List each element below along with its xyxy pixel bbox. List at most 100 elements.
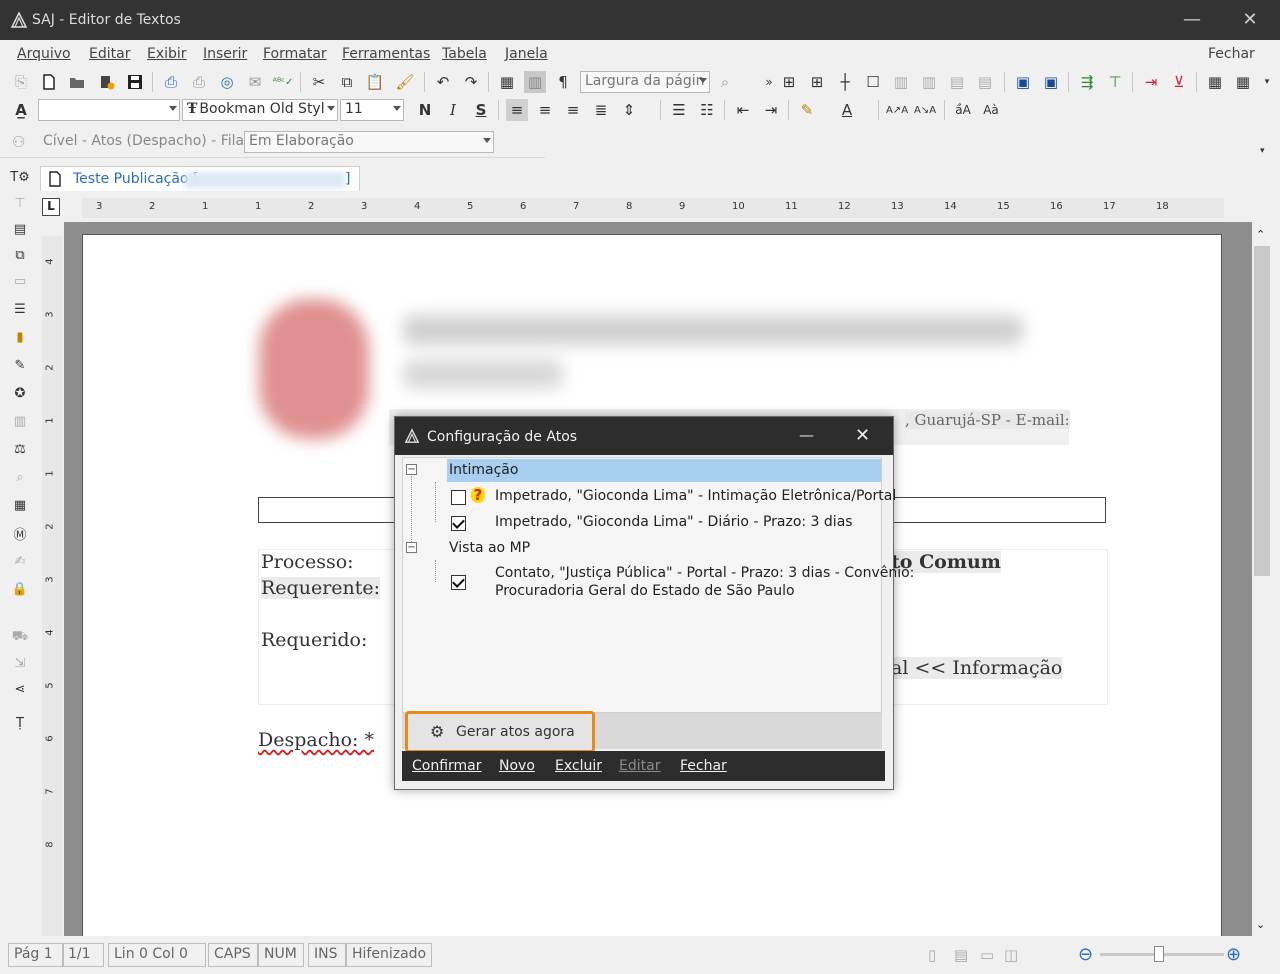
split-cells-icon[interactable]: ▣ [1040, 71, 1062, 93]
hierarchy-icon[interactable]: ⊤ [1104, 71, 1126, 93]
table-inner-icon[interactable]: ┼ [834, 71, 856, 93]
field-remove-icon[interactable]: ⇥ [1140, 71, 1162, 93]
item-vista-mp-portal[interactable]: Contato, "Justiça Pública" - Portal - Pr… [495, 565, 914, 581]
group-intimacao[interactable]: Intimação [449, 462, 518, 478]
web-publish-icon[interactable]: ◎ [216, 71, 238, 93]
view-web-icon[interactable]: ▭ [980, 946, 994, 964]
print-icon[interactable]: ⎙ [160, 71, 182, 93]
document-list-icon[interactable]: ▤ [9, 218, 31, 240]
email-icon[interactable]: ✉ [244, 71, 266, 93]
menu-inserir[interactable]: Inserir [203, 46, 247, 62]
table-insert-row-icon[interactable]: ▤ [946, 71, 968, 93]
font-color-icon[interactable]: A [836, 99, 858, 121]
table-insert-col-icon[interactable]: ▥ [890, 71, 912, 93]
scroll-up-icon[interactable]: ⌃ [1256, 228, 1265, 241]
menu-editar[interactable]: Editar [89, 46, 130, 62]
menu-formatar[interactable]: Formatar [263, 46, 327, 62]
export-icon[interactable]: ⇲ [9, 652, 31, 674]
align-right-icon[interactable]: ≡ [562, 99, 584, 121]
format-painter-icon[interactable]: 🖌 [394, 71, 416, 93]
calendar-icon[interactable]: ▦ [9, 494, 31, 516]
excluir-button[interactable]: Excluir [555, 758, 602, 774]
dialog-minimize-button[interactable]: — [799, 426, 814, 444]
comment-icon[interactable]: ▭ [9, 270, 31, 292]
checkbox-intimacao-eletronica[interactable] [451, 490, 466, 505]
table-outer-icon[interactable]: ☐ [862, 71, 884, 93]
font-combo[interactable]: Ŧ Bookman Old Styl [182, 99, 338, 121]
copy-icon[interactable]: ⧉ [336, 71, 358, 93]
panel-dropdown-icon[interactable]: ▾ [1260, 146, 1265, 156]
scrollbar-thumb[interactable] [1254, 246, 1270, 576]
queue-combo[interactable]: Em Elaboração [244, 131, 494, 153]
novo-button[interactable]: Novo [499, 758, 535, 774]
toggle-case-icon[interactable]: Aà [980, 99, 1002, 121]
signature-icon[interactable]: ✍ [9, 550, 31, 572]
car-icon[interactable]: ⛟ [9, 626, 31, 648]
highlight-icon[interactable]: ✎ [796, 99, 818, 121]
view-page-icon[interactable]: ▤ [954, 946, 968, 964]
change-case-icon[interactable]: ầA [952, 99, 974, 121]
highlight-doc-icon[interactable]: ▮ [9, 326, 31, 348]
search-doc-icon[interactable]: ⌕ [9, 466, 31, 488]
underline-button[interactable]: S [470, 99, 492, 121]
expander-intimacao-icon[interactable]: − [406, 464, 417, 475]
style-combo[interactable] [38, 99, 180, 121]
decrease-indent-icon[interactable]: ⇤ [732, 99, 754, 121]
atos-tree[interactable]: − Intimação ? Impetrado, "Gioconda Lima"… [402, 457, 914, 713]
redo-icon[interactable]: ↷ [460, 71, 482, 93]
columns-doc-icon[interactable]: ▥ [9, 410, 31, 432]
confirmar-button[interactable]: Confirmar [412, 758, 482, 774]
share-icon[interactable]: ⋖ [9, 678, 31, 700]
undo-icon[interactable]: ↶ [432, 71, 454, 93]
filter-icon[interactable]: ⊻ [1168, 71, 1190, 93]
shrink-font-icon[interactable]: A↘A [914, 99, 936, 121]
toolbar-overflow-icon[interactable]: ▾ [1256, 71, 1278, 93]
scroll-down-icon[interactable]: ⌄ [1256, 918, 1265, 931]
list-icon[interactable]: ☰ [9, 298, 31, 320]
bold-button[interactable]: N [414, 99, 436, 121]
menu-janela[interactable]: Janela [505, 46, 548, 62]
view-dual-icon[interactable]: ◫ [1004, 946, 1018, 964]
copy-docs-icon[interactable]: ⧉ [9, 244, 31, 266]
menu-fechar[interactable]: Fechar [1208, 46, 1255, 62]
cut-icon[interactable]: ✂ [308, 71, 330, 93]
lock-icon[interactable]: 🔒 [9, 578, 31, 600]
gerar-atos-button[interactable]: ⚙ Gerar atos agora [405, 711, 595, 753]
group-vista-mp[interactable]: Vista ao MP [449, 540, 530, 556]
table-grid-icon[interactable]: ⊞ [778, 71, 800, 93]
zoom-slider-thumb[interactable] [1154, 946, 1164, 962]
open-recent-icon[interactable] [96, 71, 118, 93]
field-insert-icon[interactable]: ⇶ [1076, 71, 1098, 93]
menu-arquivo[interactable]: Arquivo [17, 46, 71, 62]
pilcrow-icon[interactable]: ¶ [552, 71, 574, 93]
save-icon[interactable] [124, 71, 146, 93]
calculator-icon[interactable]: ▦ [1204, 71, 1226, 93]
columns-icon[interactable]: ▥ [524, 71, 546, 93]
style-icon[interactable]: A̲ [10, 99, 32, 121]
merge-cells-icon[interactable]: ▣ [1012, 71, 1034, 93]
calendar-grid-icon[interactable]: ▦ [1232, 71, 1254, 93]
font-size-combo[interactable]: 11 [340, 99, 404, 121]
fechar-button[interactable]: Fechar [680, 758, 727, 774]
vertical-ruler[interactable]: 4 3 2 1 1 2 3 4 5 6 7 8 [42, 236, 62, 936]
certificate-icon[interactable]: ✪ [9, 382, 31, 404]
zoom-in-icon[interactable]: ⊕ [1226, 944, 1241, 965]
bullet-list-icon[interactable]: ☰ [668, 99, 690, 121]
increase-indent-icon[interactable]: ⇥ [760, 99, 782, 121]
view-normal-icon[interactable]: ▯ [928, 946, 936, 964]
new-document-icon[interactable] [38, 71, 60, 93]
item-intimacao-diario[interactable]: Impetrado, "Gioconda Lima" - Diário - Pr… [495, 514, 853, 530]
paste-icon[interactable]: 📋 [364, 71, 386, 93]
new-from-template-icon[interactable]: ⎘ [10, 71, 32, 93]
table-borders-icon[interactable]: ⊞ [806, 71, 828, 93]
expander-vista-mp-icon[interactable]: − [406, 542, 417, 553]
checkbox-intimacao-diario[interactable] [451, 516, 466, 531]
checkbox-vista-mp-portal[interactable] [451, 575, 466, 590]
insert-table-icon[interactable]: ▦ [496, 71, 518, 93]
table-delete-row-icon[interactable]: ▤ [974, 71, 996, 93]
doc-m-icon[interactable]: Ⓜ [9, 522, 31, 544]
align-center-icon[interactable]: ≡ [534, 99, 556, 121]
menu-ferramentas[interactable]: Ferramentas [342, 46, 430, 62]
more-overflow-icon[interactable]: » [758, 71, 780, 93]
paragraph-style-icon[interactable]: Ṭ [9, 712, 31, 734]
